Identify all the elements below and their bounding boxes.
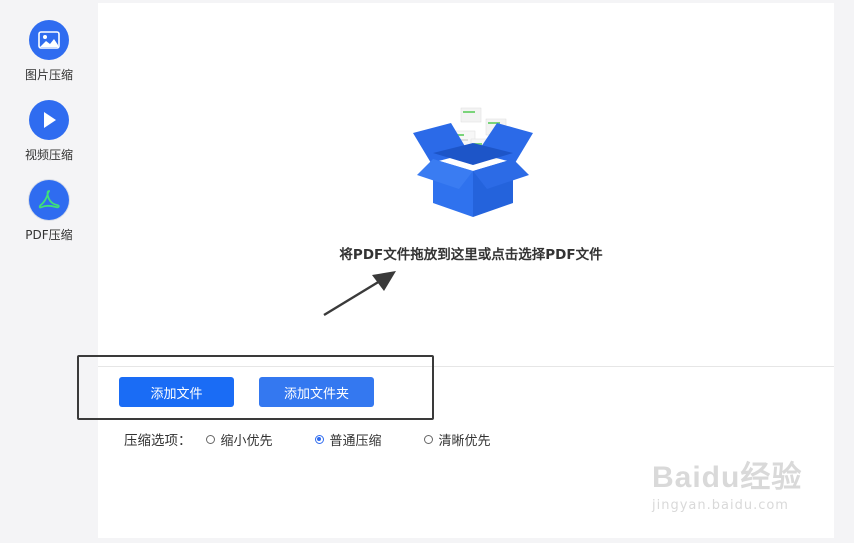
compression-options-label: 压缩选项：	[124, 433, 192, 449]
sidebar-item-label: 视频压缩	[24, 148, 73, 162]
option-label: 缩小优先	[220, 433, 273, 449]
add-file-button[interactable]: 添加文件	[119, 377, 234, 407]
watermark-logo: Baidu经验	[652, 461, 803, 494]
sidebar-item-label: 图片压缩	[24, 68, 73, 82]
file-drop-zone[interactable]: 将PDF文件拖放到这里或点击选择PDF文件	[98, 3, 834, 367]
sidebar-item-label: PDF压缩	[25, 228, 73, 242]
option-size-priority[interactable]: 缩小优先	[205, 430, 273, 449]
image-icon	[29, 20, 69, 60]
option-clarity-priority[interactable]: 清晰优先	[423, 430, 491, 449]
watermark: Baidu经验 jingyan.baidu.com	[652, 452, 802, 513]
window-edge	[834, 0, 854, 543]
option-normal-compress[interactable]: 普通压缩	[314, 430, 382, 449]
radio-clarity-priority[interactable]	[423, 434, 433, 444]
drop-hint-text: 将PDF文件拖放到这里或点击选择PDF文件	[339, 247, 603, 263]
open-box-icon	[413, 107, 533, 217]
option-label: 普通压缩	[329, 433, 382, 449]
add-folder-button[interactable]: 添加文件夹	[259, 377, 374, 407]
radio-normal-compress[interactable]	[314, 434, 324, 444]
sidebar-item-image-compress[interactable]: 图片压缩	[0, 20, 98, 83]
pdf-icon	[29, 180, 69, 220]
watermark-url: jingyan.baidu.com	[652, 498, 789, 513]
option-label: 清晰优先	[438, 433, 491, 449]
arrow-icon	[323, 271, 396, 317]
play-icon	[29, 100, 69, 140]
sidebar-item-pdf-compress[interactable]: PDF压缩	[0, 180, 98, 243]
sidebar: 图片压缩 视频压缩 PDF压缩	[0, 0, 98, 543]
sidebar-item-video-compress[interactable]: 视频压缩	[0, 100, 98, 163]
radio-size-priority[interactable]	[205, 434, 215, 444]
compression-options: 压缩选项： 缩小优先 普通压缩 清晰优先	[124, 430, 533, 449]
